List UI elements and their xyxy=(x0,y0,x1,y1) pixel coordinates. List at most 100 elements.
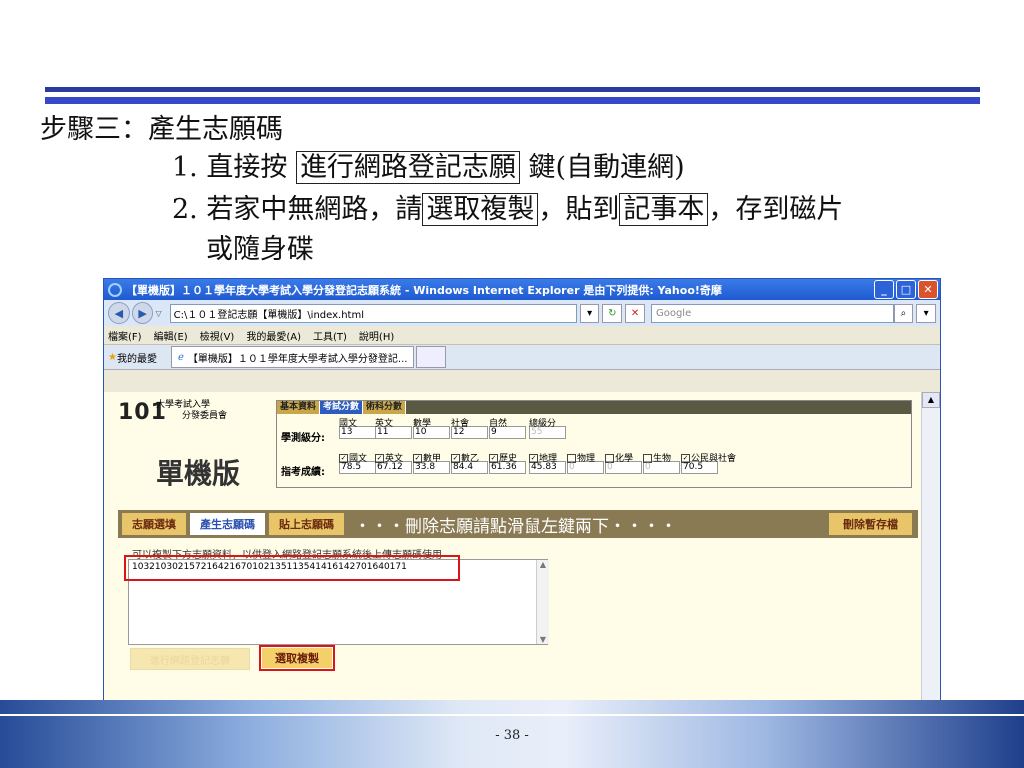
gsat-value[interactable]: 11 xyxy=(375,426,412,439)
ast-cell: ✓ 數甲 33.8 xyxy=(413,451,450,474)
online-register-button[interactable]: 進行網路登記志願 xyxy=(130,648,250,670)
gsat-value[interactable]: 13 xyxy=(339,426,376,439)
tab-exam-scores[interactable]: 考試分數 xyxy=(320,401,364,414)
close-button[interactable]: ✕ xyxy=(918,280,938,299)
tab-title: 【單機版】１０１學年度大學考試入學分發登記... xyxy=(187,353,408,365)
menu-favorites[interactable]: 我的最愛(A) xyxy=(246,328,301,343)
instruction-line-3: 或隨身碟 xyxy=(206,234,314,265)
new-tab-button[interactable] xyxy=(416,346,447,368)
gsat-cell: 國文 13 xyxy=(339,416,376,439)
address-input[interactable]: C:\１０１登記志願【單機版】\index.html xyxy=(169,303,577,323)
ast-cell: ✓ 英文 67.12 xyxy=(375,451,412,474)
gsat-value[interactable]: 10 xyxy=(413,426,450,439)
back-icon[interactable]: ◀ xyxy=(108,302,130,324)
gsat-subject: 英文 xyxy=(375,419,394,429)
page-number: - 38 - xyxy=(495,728,529,743)
menu-file[interactable]: 檔案(F) xyxy=(108,328,142,343)
ie-icon xyxy=(108,282,122,297)
search-input[interactable]: Google xyxy=(650,303,894,323)
minimize-button[interactable]: _ xyxy=(874,280,894,299)
gsat-cell: 自然 9 xyxy=(489,416,526,439)
gsat-cell: 數學 10 xyxy=(413,416,450,439)
scroll-up-icon[interactable]: ▲ xyxy=(922,392,940,408)
gsat-total-label: 總級分 xyxy=(529,419,557,429)
instruction-line-2: 2. 若家中無網路，請 選取複製 ，貼到 記事本 ，存到磁片 xyxy=(172,192,843,228)
ast-value[interactable]: 78.5 xyxy=(339,461,376,474)
gsat-value[interactable]: 9 xyxy=(489,426,526,439)
stop-icon[interactable]: ✕ xyxy=(625,303,645,323)
gsat-label: 學測級分: xyxy=(281,433,325,444)
org-line-1: 大學考試入學 xyxy=(156,400,211,410)
ast-cell: ✓ 地理 45.83 xyxy=(529,451,566,474)
menu-edit[interactable]: 編輯(E) xyxy=(154,328,188,343)
slide-rule-top xyxy=(45,87,980,92)
slide-rule-bottom xyxy=(45,97,980,104)
search-icon[interactable]: ⌕ xyxy=(893,303,914,323)
ast-cell: ✓ 公民與社會 70.5 xyxy=(681,451,736,474)
panel-tabs: 志願選填 產生志願碼 貼上志願碼 ・・・刪除志願請點滑鼠左鍵兩下・・・・ 刪除暫… xyxy=(118,510,918,538)
menu-view[interactable]: 檢視(V) xyxy=(200,328,235,343)
menu-tools[interactable]: 工具(T) xyxy=(313,328,347,343)
line2-mid: ，貼到 xyxy=(538,194,620,225)
ast-subject: 生物 xyxy=(653,454,672,464)
line1-prefix: 1. 直接按 xyxy=(172,152,288,183)
ast-value[interactable]: 84.4 xyxy=(451,461,488,474)
online-register-box: 進行網路登記志願 xyxy=(295,151,520,184)
ast-value[interactable]: 67.12 xyxy=(375,461,412,474)
ast-label: 指考成績: xyxy=(281,467,325,478)
ast-value[interactable]: 61.36 xyxy=(489,461,526,474)
refresh-icon[interactable]: ↻ xyxy=(602,303,623,323)
page-scrollbar[interactable]: ▲ xyxy=(921,392,940,719)
notepad-box: 記事本 xyxy=(619,193,709,226)
menu-help[interactable]: 說明(H) xyxy=(359,328,394,343)
code-panel: 志願選填 產生志願碼 貼上志願碼 ・・・刪除志願請點滑鼠左鍵兩下・・・・ 刪除暫… xyxy=(118,510,918,719)
ie-tab-icon: ℯ xyxy=(177,351,184,363)
tab-choose-preferences[interactable]: 志願選填 xyxy=(122,513,186,535)
gsat-subject: 國文 xyxy=(339,419,358,429)
ast-subject: 化學 xyxy=(615,454,634,464)
code-highlight-box xyxy=(124,555,460,581)
edition-title: 單機版 xyxy=(156,457,241,490)
forward-icon[interactable]: ▶ xyxy=(131,302,154,324)
score-tabs: 基本資料 考試分數 術科分數 xyxy=(277,401,911,414)
menu-bar: 檔案(F) 編輯(E) 檢視(V) 我的最愛(A) 工具(T) 說明(H) xyxy=(104,326,940,345)
address-bar-row: ◀ ▶ ▽ C:\１０１登記志願【單機版】\index.html ▾ ↻ ✕ G… xyxy=(104,300,940,326)
ast-cell: ✓ 國文 78.5 xyxy=(339,451,376,474)
browser-tab[interactable]: ℯ 【單機版】１０１學年度大學考試入學分發登記... xyxy=(170,346,415,368)
tab-paste-code[interactable]: 貼上志願碼 xyxy=(269,513,344,535)
delete-draft-button[interactable]: 刪除暫存檔 xyxy=(829,513,912,535)
tab-basic-info[interactable]: 基本資料 xyxy=(277,401,321,414)
select-copy-button[interactable]: 選取複製 xyxy=(259,645,335,671)
step-title: 步驟三：產生志願碼 xyxy=(40,114,283,145)
favorites-button[interactable]: 我的最愛 xyxy=(117,350,157,365)
ast-cell: ✓ 數乙 84.4 xyxy=(451,451,488,474)
maximize-button[interactable]: □ xyxy=(896,280,916,299)
textarea-scrollbar[interactable]: ▲ ▼ xyxy=(536,560,549,644)
line2-prefix: 2. 若家中無網路，請 xyxy=(172,194,423,225)
search-options-icon[interactable]: ▾ xyxy=(916,303,936,323)
gsat-value[interactable]: 12 xyxy=(451,426,488,439)
ast-value[interactable]: 33.8 xyxy=(413,461,450,474)
marquee-text: ・・・刪除志願請點滑鼠左鍵兩下・・・・ xyxy=(354,516,677,537)
browser-window: 【單機版】１０１學年度大學考試入學分發登記志願系統 - Windows Inte… xyxy=(103,278,941,720)
favorites-bar: ★ 我的最愛 ℯ 【單機版】１０１學年度大學考試入學分發登記... xyxy=(104,345,940,370)
ast-cell: 物理 0 xyxy=(567,451,604,474)
org-line-2: 分發委員會 xyxy=(182,411,228,421)
address-dropdown-icon[interactable]: ▾ xyxy=(579,303,600,323)
gsat-subject: 數學 xyxy=(413,419,432,429)
ast-cell: 化學 0 xyxy=(605,451,642,474)
title-bar: 【單機版】１０１學年度大學考試入學分發登記志願系統 - Windows Inte… xyxy=(104,279,940,300)
ast-subject: 物理 xyxy=(577,454,596,464)
ast-cell: ✓ 歷史 61.36 xyxy=(489,451,526,474)
ast-value[interactable]: 45.83 xyxy=(529,461,566,474)
nav-dropdown-icon[interactable]: ▽ xyxy=(155,309,161,318)
page-content: 101 大學考試入學 分發委員會 單機版 基本資料 考試分數 術科分數 學測級分… xyxy=(104,392,922,719)
star-icon: ★ xyxy=(108,351,117,363)
tab-generate-code[interactable]: 產生志願碼 xyxy=(190,513,265,535)
gsat-cell: 總級分 55 xyxy=(529,416,566,439)
tab-skill-scores[interactable]: 術科分數 xyxy=(363,401,407,414)
select-copy-box: 選取複製 xyxy=(422,193,539,226)
score-panel: 基本資料 考試分數 術科分數 學測級分: 國文 13 英文 11 數學 10 社會 12… xyxy=(276,400,912,488)
instruction-line-1: 1. 直接按 進行網路登記志願 鍵(自動連網) xyxy=(172,150,685,186)
window-title: 【單機版】１０１學年度大學考試入學分發登記志願系統 - Windows Inte… xyxy=(126,283,722,297)
